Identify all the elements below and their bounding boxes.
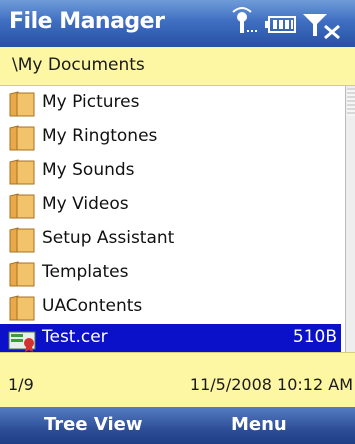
app-title: File Manager: [9, 9, 165, 34]
list-item[interactable]: Setup Assistant: [0, 222, 341, 256]
item-label: My Videos: [42, 194, 129, 214]
item-label: UAContents: [42, 296, 143, 316]
item-label: Test.cer: [42, 327, 108, 347]
folder-icon: [9, 159, 35, 185]
list-item-selected[interactable]: Test.cer 510B: [0, 324, 341, 352]
item-label: My Ringtones: [42, 126, 158, 146]
item-label: My Sounds: [42, 160, 135, 180]
folder-icon: [9, 227, 35, 253]
item-label: Setup Assistant: [42, 228, 175, 248]
scroll-thumb[interactable]: [347, 88, 355, 116]
menu-softkey[interactable]: Menu: [231, 414, 287, 435]
status-icons: [232, 7, 340, 40]
title-bar: File Manager: [0, 0, 355, 47]
list-item[interactable]: UAContents: [0, 290, 341, 324]
page-indicator: 1/9: [8, 375, 34, 394]
list-item[interactable]: My Pictures: [0, 86, 341, 120]
list-item[interactable]: My Videos: [0, 188, 341, 222]
path-bar: \My Documents: [0, 47, 355, 86]
connectivity-icon: [232, 7, 257, 33]
item-label: Templates: [42, 262, 129, 282]
folder-icon: [9, 261, 35, 287]
folder-icon: [9, 125, 35, 151]
file-datetime: 11/5/2008 10:12 AM: [189, 375, 353, 394]
list-item[interactable]: My Sounds: [0, 154, 341, 188]
current-path: \My Documents: [12, 55, 145, 75]
list-item[interactable]: My Ringtones: [0, 120, 341, 154]
list-item[interactable]: Templates: [0, 256, 341, 290]
status-bar: 1/9 11/5/2008 10:12 AM: [0, 352, 355, 408]
folder-icon: [9, 295, 35, 321]
signal-no-service-icon: [303, 14, 340, 40]
folder-icon: [9, 193, 35, 219]
file-size: 510B: [292, 327, 337, 347]
scrollbar[interactable]: [345, 86, 355, 352]
tree-view-softkey[interactable]: Tree View: [44, 414, 142, 435]
battery-icon: [265, 16, 296, 33]
file-list[interactable]: My Pictures My Ringtones My Sounds My Vi…: [0, 86, 345, 352]
certificate-file-icon: [8, 331, 36, 352]
folder-icon: [9, 91, 35, 117]
softkey-bar: Tree View Menu: [0, 407, 355, 444]
item-label: My Pictures: [42, 92, 140, 112]
